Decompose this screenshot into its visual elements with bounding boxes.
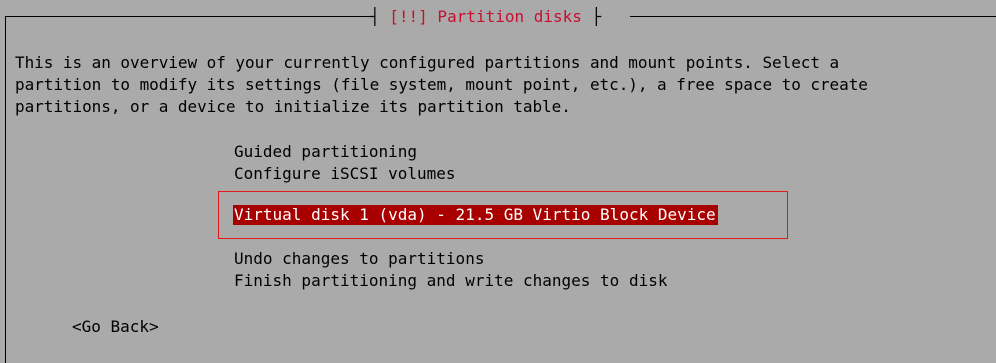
- menu-item-undo-changes[interactable]: Undo changes to partitions: [234, 248, 667, 270]
- dialog-title: [!!] Partition disks: [389, 7, 582, 26]
- title-right-separator: ├: [581, 7, 602, 26]
- description-line: This is an overview of your currently co…: [15, 53, 840, 72]
- menu-item-finish-partitioning[interactable]: Finish partitioning and write changes to…: [234, 270, 667, 292]
- description-line: partitions, or a device to initialize it…: [15, 97, 571, 116]
- partition-menu-top: Guided partitioning Configure iSCSI volu…: [234, 141, 456, 185]
- dialog-title-bar: ┤ [!!] Partition disks ├: [370, 6, 601, 28]
- menu-item-configure-iscsi[interactable]: Configure iSCSI volumes: [234, 163, 456, 185]
- go-back-button[interactable]: <Go Back>: [72, 316, 159, 338]
- partition-menu-bottom: Undo changes to partitions Finish partit…: [234, 248, 667, 292]
- frame-top-border-right: [630, 16, 996, 17]
- dialog-description: This is an overview of your currently co…: [15, 52, 995, 118]
- title-left-separator: ┤: [370, 7, 390, 26]
- menu-item-guided-partitioning[interactable]: Guided partitioning: [234, 141, 456, 163]
- frame-top-border-left: [5, 16, 370, 17]
- frame-left-border: [5, 16, 6, 363]
- description-line: partition to modify its settings (file s…: [15, 75, 868, 94]
- menu-item-virtual-disk[interactable]: Virtual disk 1 (vda) - 21.5 GB Virtio Bl…: [233, 205, 718, 225]
- installer-screen: ┤ [!!] Partition disks ├ This is an over…: [0, 0, 996, 363]
- partition-dialog: ┤ [!!] Partition disks ├ This is an over…: [0, 0, 996, 363]
